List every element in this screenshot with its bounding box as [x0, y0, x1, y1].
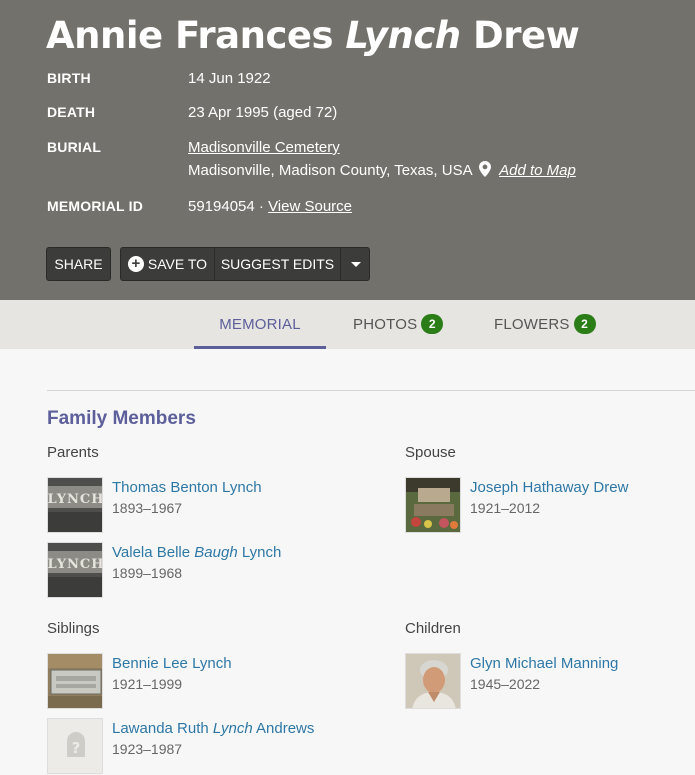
tab-flowers[interactable]: FLOWERS 2 [494, 300, 596, 349]
death-label: DEATH [47, 104, 96, 120]
add-to-map-link[interactable]: Add to Map [499, 162, 576, 179]
grave-marker-photo[interactable] [47, 653, 103, 709]
burial-location: Madisonville, Madison County, Texas, USA [188, 162, 472, 179]
parents-title: Parents [47, 444, 99, 461]
member-name[interactable]: Bennie Lee Lynch [112, 655, 232, 672]
birth-value: 14 Jun 1922 [188, 70, 271, 87]
action-button-group: + SAVE TO SUGGEST EDITS [120, 247, 370, 281]
member-dates: 1945–2022 [470, 676, 541, 692]
family-member-father[interactable]: LYNCH Thomas Benton Lynch 1893–1967 [47, 477, 347, 533]
member-dates: 1921–1999 [112, 676, 183, 692]
caret-down-icon [350, 262, 361, 267]
family-member-child[interactable]: Glyn Michael Manning 1945–2022 [405, 653, 695, 709]
siblings-title: Siblings [47, 620, 100, 637]
suggest-edits-button[interactable]: SUGGEST EDITS [215, 248, 341, 280]
burial-label: BURIAL [47, 139, 102, 155]
family-member-sibling[interactable]: Bennie Lee Lynch 1921–1999 [47, 653, 347, 709]
photos-count-badge: 2 [421, 314, 444, 334]
member-dates: 1923–1987 [112, 741, 183, 757]
family-member-sibling[interactable]: ? Lawanda Ruth Lynch Andrews 1923–1987 [47, 718, 347, 774]
first-names: Annie Frances [46, 14, 334, 57]
family-member-mother[interactable]: LYNCH Valela Belle Baugh Lynch 1899–1968 [47, 542, 347, 598]
family-member-spouse[interactable]: Joseph Hathaway Drew 1921–2012 [405, 477, 695, 533]
memorial-tabs: MEMORIAL PHOTOS 2 FLOWERS 2 [0, 300, 695, 349]
member-dates: 1921–2012 [470, 500, 541, 516]
member-dates: 1893–1967 [112, 500, 183, 516]
maiden-name: Lynch [345, 14, 461, 57]
spouse-title: Spouse [405, 444, 456, 461]
family-members-title: Family Members [47, 408, 196, 429]
save-to-label: SAVE TO [147, 256, 208, 272]
flowers-count-badge: 2 [573, 314, 596, 334]
member-name[interactable]: Glyn Michael Manning [470, 655, 618, 672]
view-source-link[interactable]: View Source [268, 198, 352, 215]
memorial-id-value-wrap: 59194054 · View Source [188, 198, 352, 215]
svg-text:LYNCH: LYNCH [48, 557, 103, 572]
member-name[interactable]: Joseph Hathaway Drew [470, 479, 628, 496]
memorial-name: Annie Frances Lynch Drew [46, 14, 580, 57]
section-divider [47, 390, 695, 391]
children-title: Children [405, 620, 461, 637]
svg-text:?: ? [72, 739, 81, 757]
death-value: 23 Apr 1995 (aged 72) [188, 104, 338, 121]
memorial-id-value: 59194054 · [188, 198, 264, 215]
svg-text:LYNCH: LYNCH [48, 492, 103, 507]
member-dates: 1899–1968 [112, 565, 183, 581]
no-photo-placeholder[interactable]: ? [47, 718, 103, 774]
portrait-photo[interactable] [405, 653, 461, 709]
tab-photos-label: PHOTOS [353, 316, 418, 333]
tab-flowers-label: FLOWERS [494, 316, 570, 333]
headstone-photo[interactable]: LYNCH [47, 477, 103, 533]
headstone-placeholder-icon: ? [48, 719, 102, 773]
plus-circle-icon: + [127, 256, 144, 272]
last-name: Drew [473, 14, 580, 57]
share-button[interactable]: SHARE [46, 247, 111, 281]
grave-photo[interactable] [405, 477, 461, 533]
more-actions-dropdown[interactable] [341, 248, 370, 280]
map-pin-icon [478, 161, 491, 177]
birth-label: BIRTH [47, 70, 91, 86]
member-name[interactable]: Thomas Benton Lynch [112, 479, 262, 496]
member-name[interactable]: Lawanda Ruth Lynch Andrews [112, 720, 314, 737]
tab-memorial[interactable]: MEMORIAL [194, 300, 326, 349]
save-to-button[interactable]: + SAVE TO [121, 248, 215, 280]
member-name[interactable]: Valela Belle Baugh Lynch [112, 544, 281, 561]
tab-memorial-label: MEMORIAL [219, 316, 301, 333]
cemetery-link[interactable]: Madisonville Cemetery [188, 139, 340, 156]
headstone-photo[interactable]: LYNCH [47, 542, 103, 598]
tab-photos[interactable]: PHOTOS 2 [353, 300, 444, 349]
memorial-id-label: MEMORIAL ID [47, 198, 144, 214]
burial-value: Madisonville Cemetery Madisonville, Madi… [188, 139, 576, 179]
memorial-header: Annie Frances Lynch Drew BIRTH 14 Jun 19… [0, 0, 695, 300]
